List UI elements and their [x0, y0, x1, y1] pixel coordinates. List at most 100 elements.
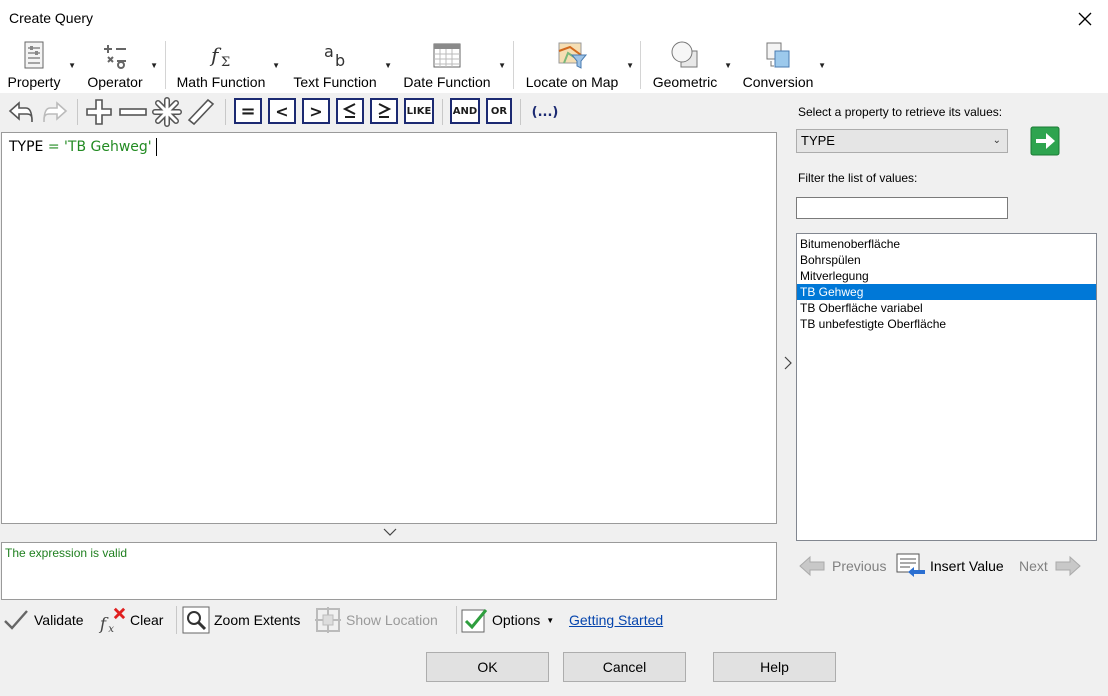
- expression-toolbar: = < > LIKE AND OR (...): [0, 93, 780, 131]
- ribbon-separator: [640, 41, 641, 89]
- title-bar: Create Query: [0, 0, 1108, 37]
- retrieve-values-button[interactable]: [1030, 126, 1060, 156]
- parentheses-button[interactable]: (...): [527, 97, 563, 127]
- cancel-button[interactable]: Cancel: [563, 652, 686, 682]
- zoom-extents-icon: [182, 606, 210, 634]
- list-item[interactable]: Bitumenoberfläche: [797, 236, 1096, 252]
- help-button[interactable]: Help: [713, 652, 836, 682]
- date-function-button[interactable]: Date Function ▼: [398, 37, 506, 93]
- locate-on-map-dropdown-arrow[interactable]: ▼: [626, 61, 634, 70]
- greater-or-equal-operator-button[interactable]: [370, 98, 398, 124]
- expression-text: TYPE = 'TB Gehweg': [9, 138, 157, 156]
- text-function-icon: ab: [324, 42, 345, 70]
- less-or-equal-operator-button[interactable]: [336, 98, 364, 124]
- less-than-operator-button[interactable]: <: [268, 98, 296, 124]
- plus-icon: [86, 99, 112, 125]
- list-item[interactable]: Bohrspülen: [797, 252, 1096, 268]
- toolbar-separator: [442, 99, 443, 125]
- filter-label: Filter the list of values:: [798, 171, 918, 185]
- text-function-button[interactable]: ab Text Function ▼: [288, 37, 392, 93]
- conversion-button[interactable]: Conversion ▼: [740, 37, 826, 93]
- locate-on-map-label: Locate on Map: [525, 74, 619, 90]
- equals-operator-button[interactable]: =: [234, 98, 262, 124]
- minus-button[interactable]: [118, 97, 148, 127]
- operator-dropdown-arrow[interactable]: ▼: [150, 61, 158, 70]
- values-list[interactable]: Bitumenoberfläche Bohrspülen Mitverlegung T…: [796, 233, 1097, 541]
- redo-button[interactable]: [40, 97, 70, 127]
- property-button[interactable]: Property ▼: [2, 37, 76, 93]
- operator-button[interactable]: Operator ▼: [82, 37, 158, 93]
- chevron-down-icon: ⌄: [992, 135, 1001, 146]
- text-cursor: [155, 138, 157, 156]
- next-label: Next: [1019, 558, 1048, 574]
- multiply-button[interactable]: [152, 97, 182, 127]
- operator-icon: [104, 45, 126, 69]
- math-function-button[interactable]: fΣ Math Function ▼: [172, 37, 280, 93]
- plus-button[interactable]: [84, 97, 114, 127]
- list-item[interactable]: Mitverlegung: [797, 268, 1096, 284]
- date-function-dropdown-arrow[interactable]: ▼: [498, 61, 506, 70]
- zoom-extents-button[interactable]: Zoom Extents: [182, 604, 300, 636]
- toolbar-separator: [225, 99, 226, 125]
- text-function-label: Text Function: [293, 74, 377, 90]
- property-label: Property: [7, 74, 61, 90]
- validate-label: Validate: [34, 612, 84, 628]
- list-item[interactable]: TB Gehweg: [797, 284, 1096, 300]
- conversion-dropdown-arrow[interactable]: ▼: [818, 61, 826, 70]
- geometric-label: Geometric: [652, 74, 718, 90]
- editor-splitter[interactable]: [0, 524, 780, 542]
- math-function-icon: fΣ: [209, 43, 230, 70]
- redo-icon: [43, 101, 68, 123]
- insert-value-icon: [896, 553, 925, 577]
- toolbar-separator: [520, 99, 521, 125]
- list-item[interactable]: TB Oberfläche variabel: [797, 300, 1096, 316]
- and-operator-button[interactable]: AND: [450, 98, 480, 124]
- property-select-value: TYPE: [801, 133, 835, 148]
- list-item[interactable]: TB unbefestigte Oberfläche: [797, 316, 1096, 332]
- undo-button[interactable]: [6, 97, 36, 127]
- locate-on-map-button[interactable]: Locate on Map ▼: [520, 37, 634, 93]
- geometric-dropdown-arrow[interactable]: ▼: [724, 61, 732, 70]
- svg-text:Σ: Σ: [221, 55, 230, 70]
- command-separator: [176, 606, 177, 634]
- next-button[interactable]: Next: [1019, 550, 1082, 582]
- chevron-down-icon: [383, 528, 397, 536]
- getting-started-link[interactable]: Getting Started: [569, 604, 663, 636]
- ok-button[interactable]: OK: [426, 652, 549, 682]
- ribbon-toolbar: Property ▼ Operator ▼ fΣ Math Function ▼…: [0, 37, 1108, 93]
- geometric-button[interactable]: Geometric ▼: [648, 37, 732, 93]
- validate-button[interactable]: Validate: [2, 604, 84, 636]
- property-dropdown-arrow[interactable]: ▼: [68, 61, 76, 70]
- text-function-dropdown-arrow[interactable]: ▼: [384, 61, 392, 70]
- multiply-icon: [152, 97, 182, 127]
- divide-button[interactable]: [186, 97, 216, 127]
- previous-button[interactable]: Previous: [798, 550, 886, 582]
- svg-text:a: a: [324, 42, 334, 61]
- math-function-label: Math Function: [176, 74, 266, 90]
- ribbon-separator: [513, 41, 514, 89]
- filter-input[interactable]: [796, 197, 1008, 219]
- expression-editor[interactable]: TYPE = 'TB Gehweg': [1, 132, 777, 524]
- or-operator-button[interactable]: OR: [486, 98, 512, 124]
- options-label: Options: [492, 612, 541, 628]
- window-title: Create Query: [9, 10, 94, 26]
- options-dropdown-arrow[interactable]: ▼: [546, 616, 554, 625]
- math-function-dropdown-arrow[interactable]: ▼: [272, 61, 280, 70]
- select-property-label: Select a property to retrieve its values…: [798, 105, 1003, 119]
- divide-icon: [187, 98, 215, 126]
- left-arrow-icon: [799, 555, 825, 577]
- show-location-button[interactable]: Show Location: [314, 604, 438, 636]
- greater-than-operator-button[interactable]: >: [302, 98, 330, 124]
- undo-icon: [8, 101, 33, 123]
- ribbon-separator: [165, 41, 166, 89]
- close-button[interactable]: [1062, 0, 1108, 37]
- panel-expander[interactable]: [780, 352, 796, 374]
- clear-button[interactable]: fx Clear: [98, 604, 163, 636]
- property-select[interactable]: TYPE ⌄: [796, 129, 1008, 153]
- validation-message: The expression is valid: [5, 546, 128, 560]
- insert-value-button[interactable]: Insert Value: [896, 550, 1004, 582]
- zoom-extents-label: Zoom Extents: [214, 612, 301, 628]
- like-operator-button[interactable]: LIKE: [404, 98, 434, 124]
- clear-function-icon: fx: [98, 607, 126, 634]
- options-button[interactable]: Options ▼: [460, 604, 554, 636]
